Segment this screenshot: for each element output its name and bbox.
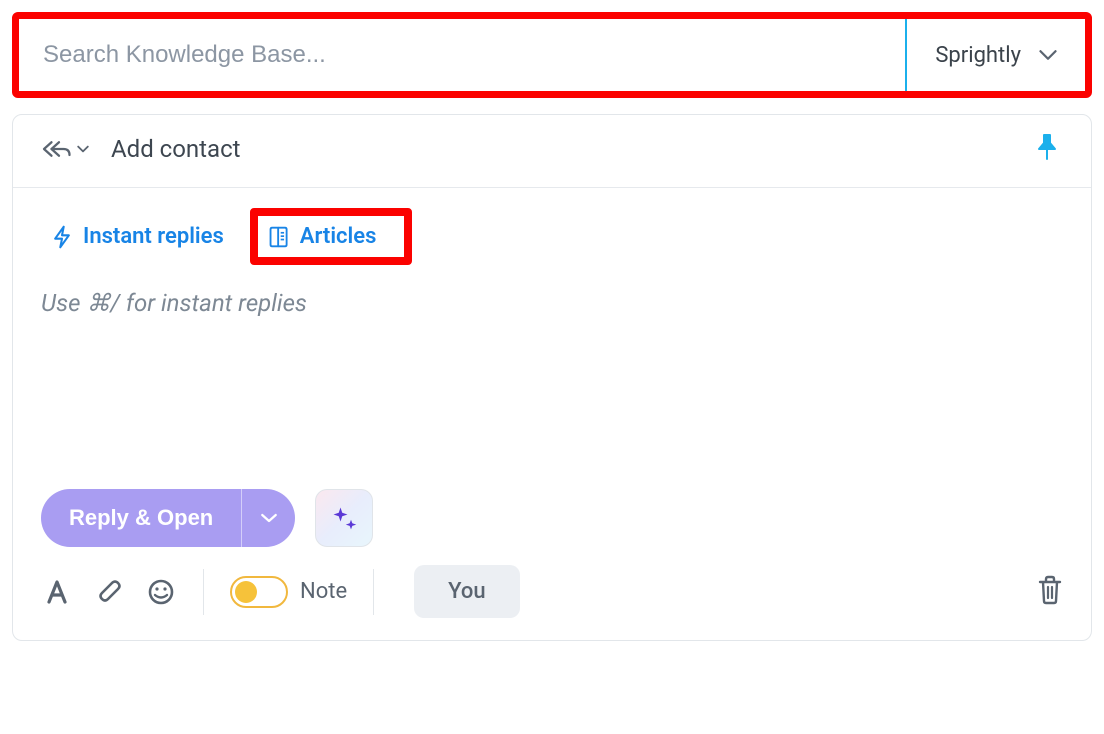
tab-articles-highlighted: Articles	[250, 208, 413, 265]
reply-mode-dropdown[interactable]	[41, 139, 89, 159]
discard-button[interactable]	[1037, 575, 1063, 609]
tab-instant-replies-label: Instant replies	[83, 224, 224, 249]
assignee-chip[interactable]: You	[414, 565, 519, 618]
book-icon	[268, 225, 290, 249]
paperclip-icon	[95, 578, 123, 606]
reply-open-button[interactable]: Reply & Open	[41, 489, 241, 547]
tab-instant-replies[interactable]: Instant replies	[41, 216, 234, 257]
kb-selector-label: Sprightly	[935, 43, 1021, 68]
editor-placeholder: Use ⌘/ for instant replies	[41, 289, 307, 317]
tab-articles[interactable]: Articles	[268, 224, 377, 249]
reply-tabs: Instant replies Articles	[13, 188, 1091, 269]
reply-all-icon	[41, 139, 71, 159]
sparkles-icon	[330, 504, 358, 532]
lightning-icon	[51, 225, 73, 249]
card-header: Add contact	[13, 115, 1091, 188]
chevron-down-icon	[260, 512, 278, 524]
trash-icon	[1037, 575, 1063, 605]
pin-icon	[1035, 133, 1059, 161]
kb-search-bar: Sprightly	[12, 12, 1092, 98]
toggle-knob	[235, 581, 257, 603]
add-contact-button[interactable]: Add contact	[111, 135, 241, 163]
divider	[373, 569, 374, 615]
chevron-down-icon	[1039, 49, 1057, 61]
reply-card: Add contact Instant replies	[12, 114, 1092, 641]
chevron-down-icon	[77, 145, 89, 153]
ai-assist-button[interactable]	[315, 489, 373, 547]
toggle-track	[230, 576, 288, 608]
format-text-button[interactable]	[41, 576, 73, 608]
kb-search-input[interactable]	[19, 19, 907, 91]
kb-selector-dropdown[interactable]: Sprightly	[907, 19, 1085, 91]
reply-editor[interactable]: Use ⌘/ for instant replies	[13, 269, 1091, 479]
note-toggle-label: Note	[300, 579, 347, 604]
tab-articles-label: Articles	[300, 224, 377, 249]
attach-button[interactable]	[93, 576, 125, 608]
reply-open-split-button: Reply & Open	[41, 489, 295, 547]
text-format-icon	[43, 578, 71, 606]
note-toggle[interactable]: Note	[230, 576, 347, 608]
emoji-button[interactable]	[145, 576, 177, 608]
pin-button[interactable]	[1035, 133, 1059, 165]
smile-icon	[147, 578, 175, 606]
divider	[203, 569, 204, 615]
editor-toolbar: Note You	[13, 547, 1091, 640]
reply-open-dropdown[interactable]	[241, 489, 295, 547]
primary-actions: Reply & Open	[13, 479, 1091, 547]
